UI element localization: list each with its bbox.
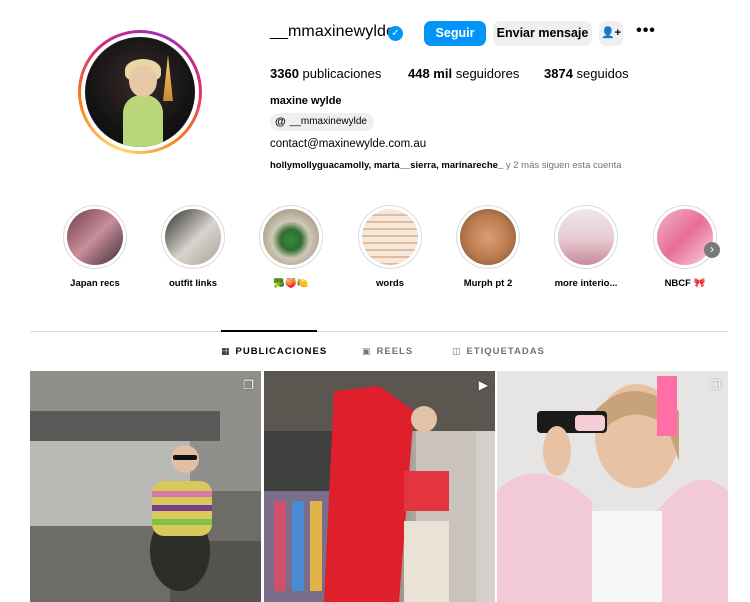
carousel-icon: ❐ xyxy=(243,378,254,392)
tab-reels-label: REELS xyxy=(376,346,414,357)
highlight-label: words xyxy=(376,278,404,289)
following-count-label: seguidos xyxy=(576,66,629,81)
followers-count-value: 448 mil xyxy=(408,66,453,81)
highlight-item[interactable]: outfit links xyxy=(153,205,233,289)
posts-count: 3360 publicaciones xyxy=(270,66,381,81)
highlight-item[interactable]: Murph pt 2 xyxy=(448,205,528,289)
threads-icon: @ xyxy=(275,116,286,128)
suggested-accounts-button[interactable]: 👤+ xyxy=(599,21,623,46)
post-thumbnail[interactable]: ❐ xyxy=(30,371,261,602)
tab-reels[interactable]: ▣ REELS xyxy=(362,346,413,357)
threads-link[interactable]: @ __mmaxinewylde xyxy=(270,113,374,131)
tagged-icon: ◫ xyxy=(452,346,462,356)
reel-icon: ▶ xyxy=(478,378,488,392)
tabs-divider xyxy=(30,331,728,332)
highlight-label: 🥦🍑🍋 xyxy=(273,278,309,289)
post-thumbnail[interactable]: ❐ xyxy=(497,371,728,602)
tab-posts[interactable]: ▦ PUBLICACIONES xyxy=(221,346,327,357)
following-count-value: 3874 xyxy=(544,66,573,81)
profile-full-name: maxine wylde xyxy=(270,95,342,107)
reels-icon: ▣ xyxy=(362,346,372,356)
followers-count-label: seguidores xyxy=(455,66,520,81)
grid-icon: ▦ xyxy=(221,346,231,356)
tab-posts-label: PUBLICACIONES xyxy=(235,346,328,357)
profile-username: __mmaxinewylde xyxy=(270,23,396,40)
highlight-label: Japan recs xyxy=(70,278,120,289)
highlight-item[interactable]: 🥦🍑🍋 xyxy=(251,205,331,289)
followed-by[interactable]: hollymollyguacamolly, marta__sierra, mar… xyxy=(270,160,622,171)
highlight-item[interactable]: more interio... xyxy=(546,205,626,289)
posts-count-value: 3360 xyxy=(270,66,299,81)
followers-count[interactable]: 448 mil seguidores xyxy=(408,66,519,81)
posts-count-label: publicaciones xyxy=(302,66,382,81)
tab-tagged-label: ETIQUETADAS xyxy=(466,346,545,357)
followed-by-names: hollymollyguacamolly, marta__sierra, mar… xyxy=(270,160,504,171)
tab-tagged[interactable]: ◫ ETIQUETADAS xyxy=(452,346,545,357)
more-options-icon[interactable]: ••• xyxy=(635,23,657,43)
profile-email: contact@maxinewylde.com.au xyxy=(270,138,427,150)
highlight-label: more interio... xyxy=(554,278,618,289)
carousel-icon: ❐ xyxy=(710,378,721,392)
send-message-button[interactable]: Enviar mensaje xyxy=(493,21,592,46)
highlight-item[interactable]: words xyxy=(350,205,430,289)
person-plus-icon: 👤+ xyxy=(600,27,622,39)
active-tab-indicator xyxy=(221,330,317,332)
followed-by-suffix: y 2 más siguen esta cuenta xyxy=(503,160,622,171)
profile-avatar[interactable] xyxy=(78,30,202,154)
verified-badge-icon: ✓ xyxy=(388,26,403,41)
highlight-item[interactable]: Japan recs xyxy=(55,205,135,289)
highlight-label: Murph pt 2 xyxy=(463,278,513,289)
highlight-label: outfit links xyxy=(168,278,218,289)
highlight-label: NBCF 🎀 xyxy=(664,278,706,289)
chevron-right-icon[interactable]: › xyxy=(704,242,720,258)
follow-button[interactable]: Seguir xyxy=(424,21,486,46)
threads-handle: __mmaxinewylde xyxy=(289,116,367,127)
post-thumbnail[interactable]: ▶ xyxy=(264,371,495,602)
following-count[interactable]: 3874 seguidos xyxy=(544,66,629,81)
